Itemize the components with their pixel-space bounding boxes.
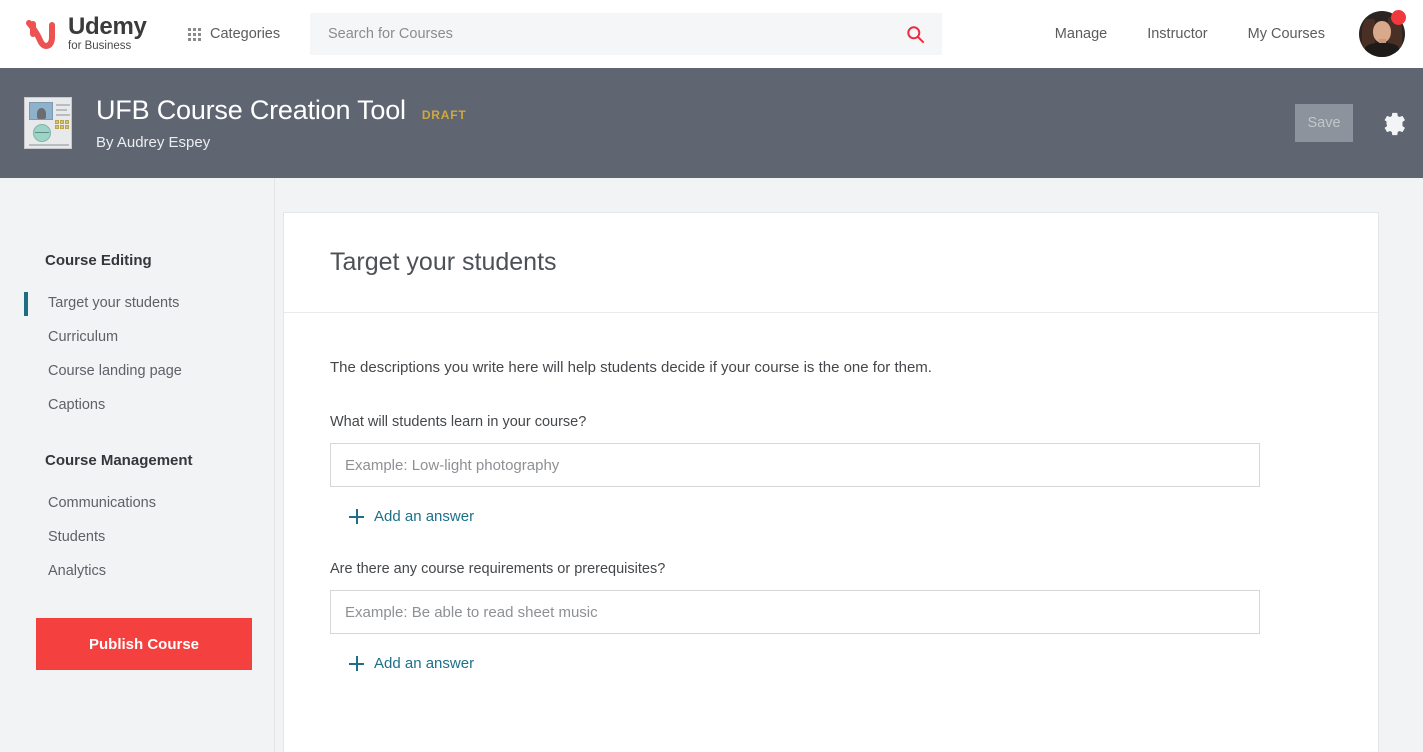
sidebar-item-label: Target your students <box>48 295 179 311</box>
target-your-students-card: Target your students The descriptions yo… <box>283 212 1379 752</box>
field-block-requirements: Are there any course requirements or pre… <box>330 561 1332 676</box>
logo-wordmark: Udemy for Business <box>68 15 147 53</box>
search-bar[interactable] <box>310 13 942 55</box>
logo-title: Udemy <box>68 15 147 39</box>
requirements-input[interactable] <box>330 590 1260 634</box>
sidebar-item-label: Curriculum <box>48 329 118 345</box>
udemy-logo[interactable]: Udemy for Business <box>22 14 150 54</box>
top-navigation-bar: Udemy for Business Categories Manage Ins… <box>0 0 1423 68</box>
field-label-learn: What will students learn in your course? <box>330 414 1332 430</box>
field-block-learn: What will students learn in your course?… <box>330 414 1332 529</box>
gear-icon <box>1376 108 1406 138</box>
sidebar-group-title-course-management: Course Management <box>0 452 274 469</box>
avatar[interactable] <box>1359 11 1405 57</box>
publish-course-button[interactable]: Publish Course <box>36 618 252 670</box>
sidebar-item-label: Communications <box>48 495 156 511</box>
sidebar-item-label: Students <box>48 529 105 545</box>
grid-dots-icon <box>188 28 201 41</box>
sidebar-item-communications[interactable]: Communications <box>0 486 274 520</box>
search-icon <box>906 25 925 44</box>
main-content-area: Target your students The descriptions yo… <box>275 178 1423 752</box>
sidebar-divider <box>0 422 274 452</box>
search-submit-button[interactable] <box>888 13 942 55</box>
nav-link-instructor[interactable]: Instructor <box>1127 26 1227 42</box>
card-header: Target your students <box>284 213 1378 313</box>
add-answer-button-requirements[interactable]: Add an answer <box>349 655 474 672</box>
sidebar-item-curriculum[interactable]: Curriculum <box>0 320 274 354</box>
course-author: By Audrey Espey <box>96 134 467 151</box>
page-title: Target your students <box>330 248 557 277</box>
plus-icon <box>349 509 364 524</box>
sidebar-item-students[interactable]: Students <box>0 520 274 554</box>
plus-icon <box>349 656 364 671</box>
sidebar-item-label: Course landing page <box>48 363 182 379</box>
categories-menu-button[interactable]: Categories <box>188 26 280 42</box>
add-answer-label: Add an answer <box>374 508 474 525</box>
udemy-u-logo-icon <box>22 14 62 54</box>
categories-label: Categories <box>210 26 280 42</box>
nav-link-manage[interactable]: Manage <box>1035 26 1127 42</box>
learn-outcome-input[interactable] <box>330 443 1260 487</box>
sidebar-item-analytics[interactable]: Analytics <box>0 554 274 588</box>
card-body: The descriptions you write here will hel… <box>284 313 1378 676</box>
sidebar-item-captions[interactable]: Captions <box>0 388 274 422</box>
add-answer-label: Add an answer <box>374 655 474 672</box>
status-badge: DRAFT <box>422 108 467 122</box>
course-header-bar: UFB Course Creation Tool DRAFT By Audrey… <box>0 68 1423 178</box>
logo-subtitle: for Business <box>68 41 147 53</box>
sidebar-item-target-your-students[interactable]: Target your students <box>0 286 274 320</box>
add-answer-button-learn[interactable]: Add an answer <box>349 508 474 525</box>
top-nav-links: Manage Instructor My Courses <box>1035 0 1405 68</box>
notification-badge-icon <box>1391 10 1406 25</box>
sidebar: Course Editing Target your students Curr… <box>0 178 275 752</box>
publish-course-wrap: Publish Course <box>0 588 274 670</box>
page-body: Course Editing Target your students Curr… <box>0 178 1423 752</box>
sidebar-item-label: Captions <box>48 397 105 413</box>
course-header-actions: Save <box>1295 68 1407 178</box>
course-title: UFB Course Creation Tool <box>96 95 406 126</box>
course-thumbnail-icon <box>24 97 72 149</box>
save-button[interactable]: Save <box>1295 104 1353 142</box>
intro-text: The descriptions you write here will hel… <box>330 359 1332 376</box>
search-input[interactable] <box>310 13 888 55</box>
field-label-requirements: Are there any course requirements or pre… <box>330 561 1332 577</box>
settings-button[interactable] <box>1375 107 1407 139</box>
sidebar-group-title-course-editing: Course Editing <box>0 252 274 269</box>
sidebar-item-label: Analytics <box>48 563 106 579</box>
course-meta: UFB Course Creation Tool DRAFT By Audrey… <box>96 95 467 151</box>
sidebar-item-course-landing-page[interactable]: Course landing page <box>0 354 274 388</box>
nav-link-my-courses[interactable]: My Courses <box>1228 26 1345 42</box>
